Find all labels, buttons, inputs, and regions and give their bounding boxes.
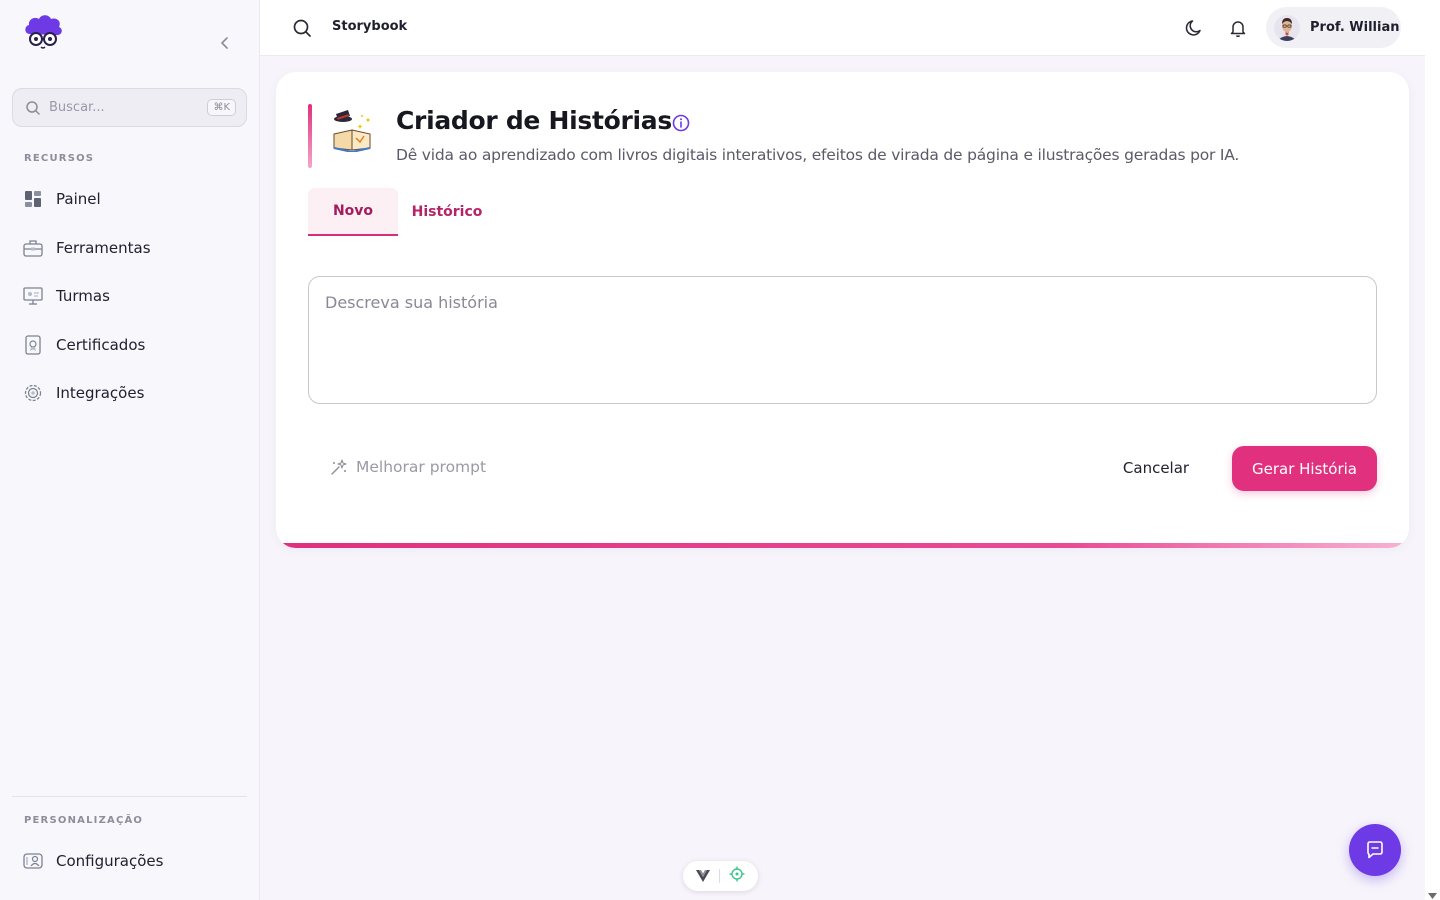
- search-shortcut-badge: ⌘K: [207, 99, 236, 116]
- scrollbar[interactable]: [1425, 0, 1440, 900]
- sidebar-item-configuracoes[interactable]: Configurações: [22, 848, 163, 874]
- tab-historico[interactable]: Histórico: [398, 188, 496, 236]
- scroll-down-arrow-icon[interactable]: [1428, 886, 1437, 899]
- sidebar-item-painel[interactable]: Painel: [22, 186, 101, 212]
- sidebar-divider: [12, 796, 247, 797]
- page-title: Storybook: [332, 19, 408, 34]
- sidebar-item-label: Integrações: [56, 384, 145, 402]
- chat-button[interactable]: [1349, 824, 1401, 876]
- tab-novo[interactable]: Novo: [308, 188, 398, 236]
- search-placeholder[interactable]: Buscar...: [49, 100, 207, 115]
- chevron-left-icon: [221, 37, 228, 49]
- sidebar-item-turmas[interactable]: Turmas: [22, 283, 110, 309]
- improve-prompt-label: Melhorar prompt: [356, 458, 487, 476]
- classroom-icon: [22, 285, 44, 307]
- sidebar-item-integracoes[interactable]: Integrações: [22, 380, 144, 406]
- sidebar-item-label: Certificados: [56, 336, 146, 354]
- moon-icon[interactable]: [1184, 18, 1204, 38]
- certificate-icon: [22, 334, 44, 356]
- gear-icon: [22, 382, 44, 404]
- tabs: Novo Histórico: [308, 188, 496, 236]
- section-label-personalization: PERSONALIZAÇÃO: [24, 815, 144, 826]
- sidebar-item-label: Ferramentas: [56, 239, 151, 257]
- collapse-sidebar-button[interactable]: [216, 34, 234, 52]
- toolbox-icon: [22, 237, 44, 259]
- card-subtitle: Dê vida ao aprendizado com livros digita…: [396, 146, 1240, 164]
- improve-prompt-button[interactable]: Melhorar prompt: [330, 458, 486, 476]
- devtools-pill: [683, 861, 758, 891]
- avatar: [1274, 14, 1300, 41]
- sidebar-item-label: Configurações: [56, 852, 164, 870]
- story-description-input[interactable]: Descreva sua história: [308, 276, 1377, 404]
- chat-icon: [1367, 841, 1383, 859]
- card-accent-bottom-bar: [276, 543, 1409, 548]
- bell-icon[interactable]: [1228, 18, 1248, 38]
- section-label-resources: RECURSOS: [24, 153, 95, 164]
- card-title: Criador de Histórias: [396, 106, 672, 135]
- dashboard-icon: [22, 188, 44, 210]
- info-icon[interactable]: [672, 114, 690, 132]
- user-name: Prof. Willian: [1310, 20, 1400, 35]
- generate-story-button[interactable]: Gerar História: [1232, 446, 1377, 491]
- sparkle-wand-icon: [331, 459, 347, 475]
- sidebar-item-certificados[interactable]: Certificados: [22, 332, 145, 358]
- magic-book-icon: [330, 108, 376, 154]
- sidebar-item-ferramentas[interactable]: Ferramentas: [22, 235, 151, 261]
- vue-logo-icon[interactable]: [695, 867, 710, 886]
- devtools-separator: [718, 869, 720, 883]
- sidebar: Buscar... ⌘K RECURSOS Painel Ferramentas: [0, 0, 260, 900]
- brain-owl-logo[interactable]: [22, 14, 64, 50]
- crosshair-icon[interactable]: [729, 866, 745, 886]
- user-menu-button[interactable]: Prof. Willian: [1266, 7, 1401, 48]
- top-bar: Storybook Prof. Willian: [260, 0, 1425, 56]
- cancel-button[interactable]: Cancelar: [1108, 446, 1204, 490]
- settings-icon: [22, 850, 44, 872]
- search-icon: [26, 100, 40, 115]
- sidebar-item-label: Turmas: [56, 287, 110, 305]
- story-creator-card: Criador de Histórias Dê vida ao aprendiz…: [276, 72, 1409, 548]
- title-accent-bar: [308, 104, 312, 168]
- sidebar-item-label: Painel: [56, 190, 101, 208]
- search-icon[interactable]: [292, 18, 312, 38]
- sidebar-search[interactable]: Buscar... ⌘K: [12, 88, 247, 127]
